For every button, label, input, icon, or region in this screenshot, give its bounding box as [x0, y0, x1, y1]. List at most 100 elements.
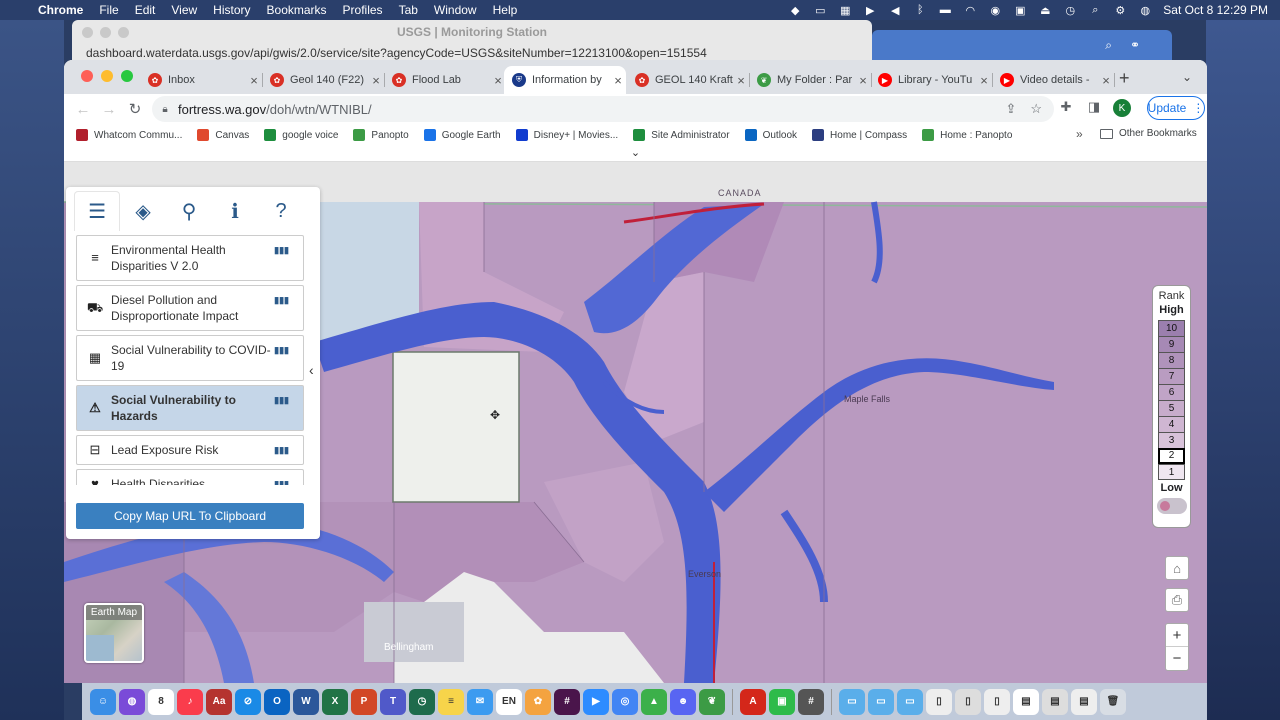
notes-icon[interactable]: ≡ [438, 688, 464, 715]
share-icon[interactable]: ⇪ [1005, 101, 1016, 117]
legend-rank-cell[interactable]: 6 [1158, 384, 1185, 400]
control-center-icon[interactable]: ⚙ [1113, 4, 1127, 17]
map-pin-icon[interactable]: ⚲ [166, 191, 212, 231]
zoom-out-button[interactable]: − [1166, 647, 1188, 670]
layer-item[interactable]: ▦ Social Vulnerability to COVID-19 ▮▮▮ [76, 335, 304, 381]
eject-icon[interactable]: ⏏ [1038, 4, 1052, 17]
tab-close-icon[interactable]: × [368, 73, 384, 88]
siri-icon[interactable]: ◍ [119, 688, 145, 715]
search-icon[interactable]: ⌕ [1105, 38, 1112, 53]
bookmark-item[interactable]: Home | Compass [812, 129, 907, 141]
tab-close-icon[interactable]: × [733, 73, 749, 88]
tab-close-icon[interactable]: × [246, 73, 262, 88]
facetime-icon[interactable]: ▣ [769, 688, 795, 715]
legend-rank-cell[interactable]: 5 [1158, 400, 1185, 416]
applications-folder-icon[interactable]: ▭ [868, 688, 894, 715]
photos-icon[interactable]: ✿ [525, 688, 551, 715]
downloads-stack-icon[interactable]: ▤ [1013, 688, 1039, 715]
list-icon[interactable]: ☰ [74, 191, 121, 231]
menu-window[interactable]: Window [426, 3, 485, 17]
side-panel-icon[interactable]: ◨ [1085, 99, 1103, 117]
minimize-window-button[interactable] [101, 70, 113, 82]
page-header-collapse[interactable]: ⌄ [64, 146, 1207, 162]
bookmark-item[interactable]: Panopto [353, 129, 409, 141]
extensions-puzzle-icon[interactable]: ✚ [1057, 99, 1075, 117]
menu-help[interactable]: Help [485, 3, 526, 17]
safari-icon[interactable]: ⊘ [235, 688, 261, 715]
tab-6[interactable]: ❦ My Folder : Par × [749, 66, 872, 94]
folder-icon[interactable]: ▭ [839, 688, 865, 715]
spotlight-search-icon[interactable]: ⌕ [1088, 4, 1102, 16]
print-icon[interactable]: ⎙ [1165, 588, 1189, 612]
tab-1[interactable]: ✿ Inbox × [140, 66, 263, 94]
tab-5[interactable]: ✿ GEOL 140 Kraft × [627, 66, 750, 94]
calendar-icon[interactable]: 8 [148, 688, 174, 715]
finder-icon[interactable]: ☺ [90, 688, 116, 715]
legend-rank-cell[interactable]: 4 [1158, 416, 1185, 432]
outlook-icon[interactable]: O [264, 688, 290, 715]
bluetooth-icon[interactable]: ᛒ [913, 4, 927, 16]
bar-chart-icon[interactable]: ▮▮▮ [274, 292, 289, 308]
menu-edit[interactable]: Edit [127, 3, 164, 17]
teams-icon[interactable]: T [380, 688, 406, 715]
layer-item[interactable]: ⊟ Lead Exposure Risk ▮▮▮ [76, 435, 304, 465]
info-icon[interactable]: ℹ [212, 191, 258, 231]
tab-close-icon[interactable]: × [1098, 73, 1114, 88]
play-icon[interactable]: ▶ [863, 4, 877, 17]
display-icon[interactable]: ▣ [1013, 4, 1027, 17]
bookmark-item[interactable]: Whatcom Commu... [76, 129, 182, 141]
background-browser-window[interactable]: USGS | Monitoring Station dashboard.wate… [72, 20, 872, 60]
background-window-right[interactable]: ⌕ ⚭ [872, 30, 1172, 60]
zoom-in-button[interactable]: + [1166, 624, 1188, 647]
battery-icon[interactable]: ▬ [938, 4, 952, 16]
bookmark-item[interactable]: Canvas [197, 129, 249, 141]
layer-item[interactable]: ⚠ Social Vulnerability to Hazards ▮▮▮ [76, 385, 304, 431]
wifi-icon[interactable]: ◠ [963, 4, 977, 17]
legend-rank-cell[interactable]: 3 [1158, 432, 1185, 448]
legend-rank-cell[interactable]: 8 [1158, 352, 1185, 368]
layer-item[interactable]: ≡ Environmental Health Disparities V 2.0 ▮… [76, 235, 304, 281]
powerpoint-icon[interactable]: P [351, 688, 377, 715]
menu-file[interactable]: File [91, 3, 126, 17]
bookmark-item[interactable]: google voice [264, 129, 338, 141]
bookmark-item[interactable]: Home : Panopto [922, 129, 1012, 141]
dictionary-icon[interactable]: Aa [206, 688, 232, 715]
lock-icon[interactable]: 🔒︎ [152, 104, 178, 115]
home-icon[interactable]: ⌂ [1165, 556, 1189, 580]
clock-icon[interactable]: ◷ [1063, 4, 1077, 17]
word-icon[interactable]: W [293, 688, 319, 715]
other-bookmarks-folder[interactable]: Other Bookmarks [1100, 128, 1197, 139]
tab-2[interactable]: ✿ Geol 140 (F22) × [262, 66, 385, 94]
download-icon[interactable]: ▤ [1042, 688, 1068, 715]
menu-tab[interactable]: Tab [391, 3, 426, 17]
tab-3[interactable]: ✿ Flood Lab × [384, 66, 507, 94]
status-app-icon[interactable]: ◆ [788, 4, 802, 17]
menu-history[interactable]: History [205, 3, 258, 17]
menu-app-name[interactable]: Chrome [34, 3, 91, 17]
photo-booth-icon[interactable]: ▲ [641, 688, 667, 715]
map-view[interactable]: CANADA Maple Falls Everson Bellingham ✥ … [64, 162, 1207, 683]
keyboard-en-icon[interactable]: EN [496, 688, 522, 715]
legend-rank-cell[interactable]: 9 [1158, 336, 1185, 352]
excel-icon[interactable]: X [322, 688, 348, 715]
new-tab-button[interactable]: + [1119, 68, 1130, 89]
discord-icon[interactable]: ☻ [670, 688, 696, 715]
panopto-icon[interactable]: ❦ [699, 688, 725, 715]
bar-chart-icon[interactable]: ▮▮▮ [274, 442, 289, 458]
legend-rank-cell[interactable]: 2 [1158, 448, 1185, 464]
music-icon[interactable]: ♪ [177, 688, 203, 715]
bar-chart-icon[interactable]: ▮▮▮ [274, 392, 289, 408]
zoom-window-button[interactable] [121, 70, 133, 82]
legend-rank-cell[interactable]: 10 [1158, 320, 1185, 336]
print-status-icon[interactable]: ▭ [813, 4, 827, 17]
control-grid-icon[interactable]: ▦ [838, 4, 852, 17]
earth-map-basemap-toggle[interactable]: Earth Map [84, 603, 144, 663]
layers-icon[interactable]: ◈ [120, 191, 166, 231]
acrobat-icon[interactable]: A [740, 688, 766, 715]
slack-icon[interactable]: # [554, 688, 580, 715]
documents-folder-icon[interactable]: ▭ [897, 688, 923, 715]
screenshot-stack-icon[interactable]: ▤ [1071, 688, 1097, 715]
calculator-icon[interactable]: # [798, 688, 824, 715]
menu-profiles[interactable]: Profiles [335, 3, 391, 17]
chevron-down-icon[interactable]: ⌄ [631, 147, 640, 159]
